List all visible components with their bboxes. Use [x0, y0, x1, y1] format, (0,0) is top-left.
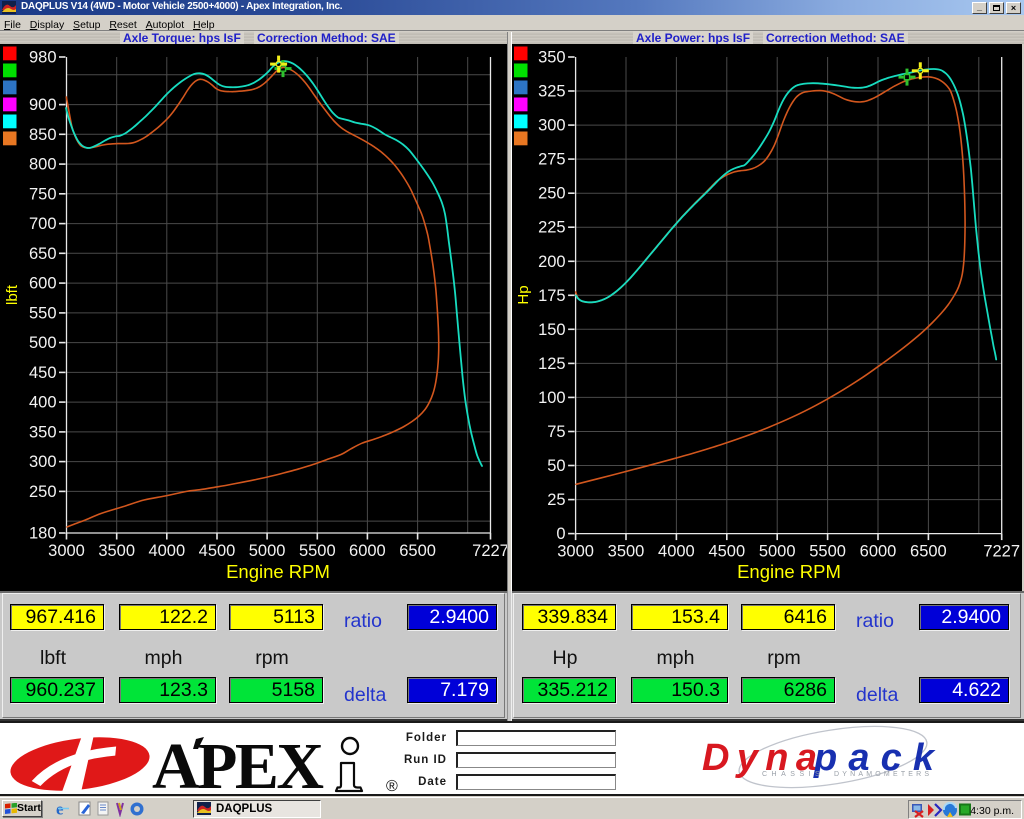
svg-text:150: 150 [538, 321, 566, 339]
svg-text:6000: 6000 [349, 542, 386, 560]
svg-text:850: 850 [29, 126, 57, 144]
svg-text:980: 980 [29, 49, 57, 67]
svg-text:750: 750 [29, 185, 57, 203]
svg-text:225: 225 [538, 219, 566, 237]
svg-text:5500: 5500 [809, 543, 846, 561]
svg-text:250: 250 [29, 483, 57, 501]
svg-text:350: 350 [538, 49, 566, 67]
svg-text:650: 650 [29, 245, 57, 263]
svg-text:900: 900 [29, 96, 57, 114]
svg-text:700: 700 [29, 215, 57, 233]
svg-text:300: 300 [29, 453, 57, 471]
svg-text:175: 175 [538, 287, 566, 305]
svg-text:4000: 4000 [658, 543, 695, 561]
svg-text:CHASSIS: CHASSIS [762, 771, 824, 778]
svg-text:325: 325 [538, 83, 566, 101]
svg-text:5000: 5000 [759, 543, 796, 561]
svg-text:300: 300 [538, 117, 566, 135]
svg-text:APEX: APEX [152, 730, 324, 794]
svg-text:lbft: lbft [4, 284, 21, 305]
svg-text:0: 0 [556, 525, 565, 543]
svg-text:7227: 7227 [472, 542, 509, 560]
svg-text:600: 600 [29, 275, 57, 293]
svg-text:125: 125 [538, 355, 566, 373]
svg-text:4500: 4500 [708, 543, 745, 561]
svg-text:3000: 3000 [557, 543, 594, 561]
svg-text:5000: 5000 [249, 542, 286, 560]
svg-text:DYNAMOMETERS: DYNAMOMETERS [834, 771, 932, 778]
svg-text:Hp: Hp [515, 285, 532, 304]
svg-text:275: 275 [538, 151, 566, 169]
svg-text:450: 450 [29, 364, 57, 382]
svg-text:25: 25 [547, 491, 565, 509]
svg-text:250: 250 [538, 185, 566, 203]
svg-text:800: 800 [29, 156, 57, 174]
svg-text:50: 50 [547, 457, 565, 475]
svg-text:3500: 3500 [98, 542, 135, 560]
svg-text:3500: 3500 [608, 543, 645, 561]
svg-text:4000: 4000 [148, 542, 185, 560]
svg-text:6000: 6000 [860, 543, 897, 561]
svg-text:6500: 6500 [910, 543, 947, 561]
svg-text:350: 350 [29, 423, 57, 441]
svg-text:Engine RPM: Engine RPM [737, 561, 841, 582]
svg-text:200: 200 [538, 253, 566, 271]
svg-text:Engine RPM: Engine RPM [226, 561, 330, 582]
svg-text:7227: 7227 [983, 543, 1020, 561]
svg-text:5500: 5500 [299, 542, 336, 560]
svg-text:6500: 6500 [399, 542, 436, 560]
svg-text:180: 180 [29, 525, 57, 543]
svg-text:550: 550 [29, 304, 57, 322]
svg-text:100: 100 [538, 389, 566, 407]
svg-text:500: 500 [29, 334, 57, 352]
svg-text:3000: 3000 [48, 542, 85, 560]
svg-text:400: 400 [29, 394, 57, 412]
svg-text:75: 75 [547, 423, 565, 441]
svg-text:4500: 4500 [199, 542, 236, 560]
